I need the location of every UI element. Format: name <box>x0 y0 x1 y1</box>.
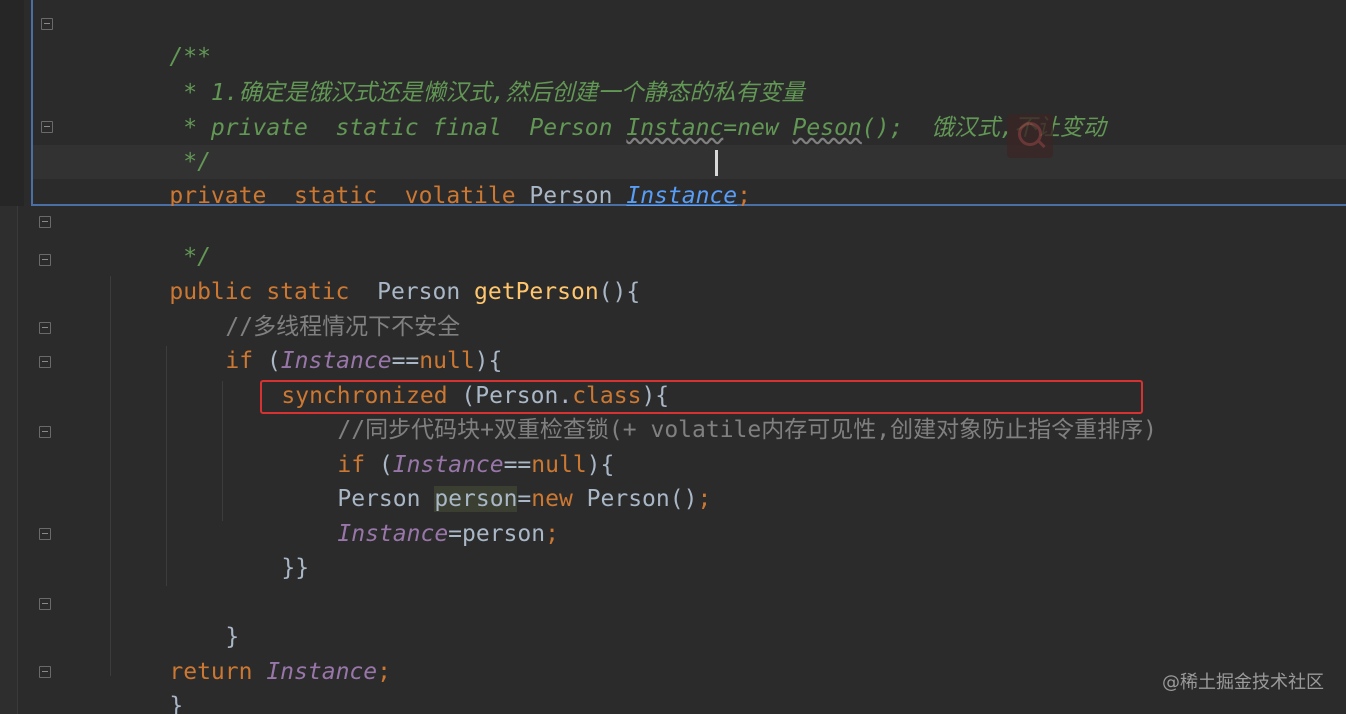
annotation-highlight-box <box>260 380 1143 414</box>
watermark: @稀土掘金技术社区 <box>1162 672 1324 693</box>
indent-guide <box>222 381 223 521</box>
indent-guide <box>166 346 167 586</box>
fold-marker-icon[interactable] <box>39 254 51 266</box>
type-name: Person <box>529 183 627 206</box>
code-line-current[interactable]: private static volatile Person Instance; <box>114 145 751 206</box>
method-name[interactable]: getPerson <box>474 279 599 305</box>
fold-marker-icon[interactable] <box>39 598 51 610</box>
semicolon: ; <box>697 486 712 512</box>
code-line[interactable]: return Instance; <box>114 621 391 685</box>
comment-text: * private static final Person <box>169 115 627 141</box>
semicolon: ; <box>545 521 559 547</box>
code-line[interactable]: } <box>170 586 239 650</box>
constructor-call: Person() <box>586 486 698 512</box>
keyword: return <box>169 659 267 685</box>
code-line[interactable]: public static Person getPerson(){ <box>114 241 640 305</box>
gutter-strip <box>0 206 18 714</box>
code-line[interactable]: /** <box>114 6 211 70</box>
code-line[interactable]: if (Instance==null){ <box>282 414 614 478</box>
text-caret <box>715 150 718 176</box>
typo-word: Instanc <box>626 115 724 141</box>
punctuation: (){ <box>598 279 641 305</box>
comment-text: (); <box>861 115 904 141</box>
semicolon: ; <box>737 183 751 206</box>
field-instance[interactable]: Instance <box>337 521 448 547</box>
code-line[interactable]: }} <box>226 517 309 581</box>
fold-marker-icon[interactable] <box>39 666 51 678</box>
fold-marker-icon[interactable] <box>39 356 51 368</box>
fold-marker-icon[interactable] <box>41 121 53 133</box>
code-line[interactable]: Instance=person; <box>282 483 559 547</box>
keyword: private static volatile <box>169 183 530 206</box>
comment-text: =new <box>723 115 793 141</box>
code-line[interactable]: synchronized (Person.class){ <box>226 345 669 409</box>
code-line[interactable]: * 1.确定是饿汉式还是懒汉式,然后创建一个静态的私有变量 <box>114 42 804 106</box>
fold-marker-icon[interactable] <box>39 528 51 540</box>
code-line[interactable]: */ <box>114 206 211 270</box>
indent-guide <box>110 276 111 676</box>
field-instance[interactable]: Instance <box>626 183 737 206</box>
code-line[interactable]: Person person=new Person(); <box>282 448 711 512</box>
code-line[interactable]: * private static final Person Instanc=ne… <box>114 77 1106 141</box>
fold-marker-icon[interactable] <box>39 426 51 438</box>
comment-text: 饿汉式,不让变动 <box>903 115 1106 141</box>
gutter-strip <box>0 0 24 206</box>
code-line[interactable]: //多线程情况下不安全 <box>170 276 460 340</box>
code-line[interactable]: if (Instance==null){ <box>170 310 502 374</box>
punctuation: } <box>169 693 184 714</box>
typo-word: Peson <box>792 115 862 141</box>
field-instance[interactable]: Instance <box>266 659 377 685</box>
punctuation: }} <box>281 555 310 581</box>
code-line[interactable]: */ <box>114 111 211 175</box>
code-line[interactable]: } <box>114 655 183 714</box>
panel-frame <box>31 0 33 206</box>
fold-marker-icon[interactable] <box>41 18 53 30</box>
fold-marker-icon[interactable] <box>39 216 51 228</box>
semicolon: ; <box>377 659 391 685</box>
assignment: =person <box>448 521 546 547</box>
fold-marker-icon[interactable] <box>39 322 51 334</box>
editor-panel-top: /** * 1.确定是饿汉式还是懒汉式,然后创建一个静态的私有变量 * priv… <box>0 0 1346 206</box>
editor-panel-bottom: */ public static Person getPerson(){ //多… <box>0 206 1346 714</box>
search-icon[interactable] <box>1007 114 1053 158</box>
